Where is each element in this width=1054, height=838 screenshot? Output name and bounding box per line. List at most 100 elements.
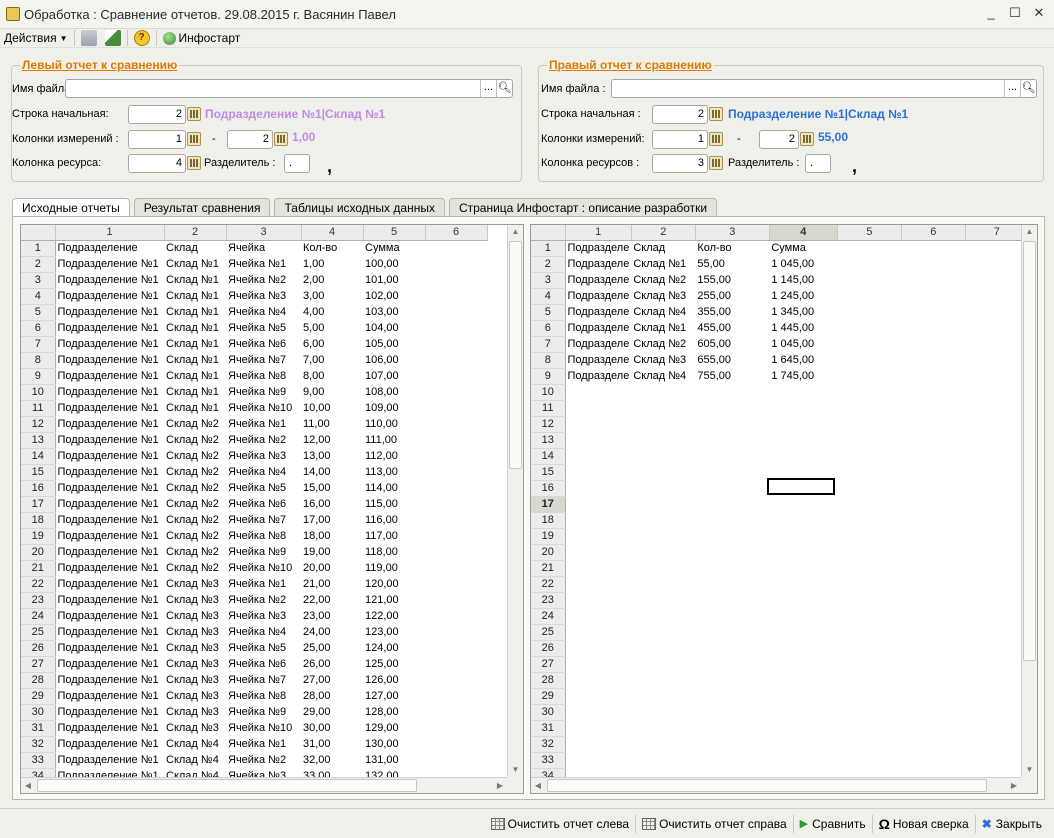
row-number[interactable]: 18 [21, 512, 56, 529]
grid-cell[interactable]: Подразделение №1 [55, 497, 164, 513]
grid-cell[interactable] [695, 449, 769, 465]
grid-cell[interactable] [769, 673, 837, 689]
grid-cell[interactable]: 1 745,00 [769, 369, 837, 385]
grid-cell[interactable]: Склад №2 [164, 465, 226, 481]
column-header[interactable]: 5 [363, 225, 426, 241]
grid-cell[interactable]: Склад №2 [164, 433, 226, 449]
grid-cell[interactable] [837, 753, 901, 769]
row-number[interactable]: 20 [531, 544, 566, 561]
grid-cell[interactable] [565, 689, 631, 705]
grid-cell[interactable] [837, 737, 901, 753]
table-row[interactable]: 19 Подразделение №1 Склад №2 Ячейка №8 18,00… [21, 528, 487, 545]
row-number[interactable]: 23 [21, 592, 56, 609]
grid-cell[interactable]: 1 645,00 [769, 353, 837, 369]
grid-cell[interactable] [965, 721, 1028, 737]
grid-cell[interactable]: Склад №2 [631, 337, 695, 353]
row-number[interactable]: 17 [21, 496, 56, 513]
grid-cell[interactable] [837, 273, 901, 289]
row-number[interactable]: 7 [531, 336, 566, 353]
grid-cell[interactable] [837, 529, 901, 545]
grid-cell[interactable] [965, 401, 1028, 417]
grid-cell[interactable] [769, 593, 837, 609]
grid-cell[interactable] [565, 401, 631, 417]
left-vscroll-thumb[interactable] [509, 241, 522, 469]
grid-cell[interactable]: 1 045,00 [769, 257, 837, 273]
table-row[interactable]: 2 Подразделе Склад №1 55,00 1 045,00 [531, 256, 1028, 273]
table-row[interactable]: 15 Подразделение №1 Склад №2 Ячейка №4 14,00… [21, 464, 487, 481]
grid-cell[interactable]: 255,00 [695, 289, 769, 305]
grid-cell[interactable]: Ячейка №2 [226, 753, 301, 769]
row-number[interactable]: 23 [531, 592, 566, 609]
grid-cell[interactable] [425, 433, 487, 449]
grid-cell[interactable]: 18,00 [301, 529, 363, 545]
table-row[interactable]: 31 [531, 720, 1028, 737]
row-number[interactable]: 21 [21, 560, 56, 577]
grid-cell[interactable]: 14,00 [301, 465, 363, 481]
grid-cell[interactable]: Ячейка №2 [226, 593, 301, 609]
grid-cell[interactable]: Склад №1 [164, 289, 226, 305]
grid-cell[interactable]: 105,00 [363, 337, 425, 353]
grid-cell[interactable]: 24,00 [301, 625, 363, 641]
grid-cell[interactable] [901, 369, 965, 385]
grid-cell[interactable] [565, 753, 631, 769]
grid-cell[interactable] [695, 513, 769, 529]
grid-cell[interactable] [425, 545, 487, 561]
row-number[interactable]: 22 [21, 576, 56, 593]
grid-cell[interactable] [425, 737, 487, 753]
scroll-up-icon[interactable]: ▲ [1022, 225, 1037, 239]
grid-cell[interactable]: Подразделение №1 [55, 385, 164, 401]
table-row[interactable]: 30 [531, 704, 1028, 721]
grid-cell[interactable]: 1 245,00 [769, 289, 837, 305]
grid-cell[interactable] [565, 625, 631, 641]
grid-cell[interactable]: Ячейка №9 [226, 385, 301, 401]
row-number[interactable]: 31 [531, 720, 566, 737]
grid-cell[interactable] [901, 593, 965, 609]
grid-cell[interactable]: Подразделение №1 [55, 641, 164, 657]
grid-cell[interactable]: Ячейка №2 [226, 433, 301, 449]
grid-cell[interactable]: Подразделение №1 [55, 321, 164, 337]
table-row[interactable]: 23 Подразделение №1 Склад №3 Ячейка №2 22,00… [21, 592, 487, 609]
grid-cell[interactable] [901, 513, 965, 529]
table-row[interactable]: 6 Подразделение №1 Склад №1 Ячейка №5 5,00 10… [21, 320, 487, 337]
left-report-grid[interactable]: 1 2 3 4 5 6 1 Подразделение Склад Ячейка Кол-во Сум… [20, 224, 524, 794]
table-row[interactable]: 25 Подразделение №1 Склад №3 Ячейка №4 24,00… [21, 624, 487, 641]
grid-cell[interactable] [631, 577, 695, 593]
grid-cell[interactable] [565, 721, 631, 737]
grid-cell[interactable] [901, 449, 965, 465]
grid-cell[interactable] [837, 625, 901, 641]
grid-cell[interactable]: 103,00 [363, 305, 425, 321]
row-number[interactable]: 28 [531, 672, 566, 689]
grid-cell[interactable] [901, 545, 965, 561]
grid-cell[interactable] [565, 497, 631, 513]
grid-cell[interactable]: Склад №3 [164, 689, 226, 705]
grid-cell[interactable]: Ячейка №1 [226, 737, 301, 753]
column-header[interactable]: 4 [769, 225, 838, 241]
table-row[interactable]: 14 Подразделение №1 Склад №2 Ячейка №3 13,00… [21, 448, 487, 465]
scroll-left-icon[interactable]: ◀ [531, 778, 545, 793]
left-dim-to-input[interactable]: 2 [227, 130, 273, 149]
table-row[interactable]: 29 Подразделение №1 Склад №3 Ячейка №8 28,00… [21, 688, 487, 705]
grid-cell[interactable]: 455,00 [695, 321, 769, 337]
table-row[interactable]: 5 Подразделение №1 Склад №1 Ячейка №4 4,00 10… [21, 304, 487, 321]
row-number[interactable]: 2 [531, 256, 566, 273]
table-row[interactable]: 24 Подразделение №1 Склад №3 Ячейка №3 23,00… [21, 608, 487, 625]
grid-cell[interactable] [837, 449, 901, 465]
grid-cell[interactable] [965, 369, 1028, 385]
compare-button[interactable]: ▶ Сравнить [794, 814, 872, 834]
grid-cell[interactable]: Ячейка №10 [226, 721, 301, 737]
table-row[interactable]: 33 Подразделение №1 Склад №4 Ячейка №2 32,00… [21, 752, 487, 769]
grid-cell[interactable]: Склад №3 [164, 625, 226, 641]
grid-cell[interactable] [901, 417, 965, 433]
grid-cell[interactable]: 15,00 [301, 481, 363, 497]
grid-cell[interactable] [425, 257, 487, 273]
grid-cell[interactable]: Подразделение №1 [55, 433, 164, 449]
grid-cell[interactable] [901, 321, 965, 337]
grid-cell[interactable] [901, 737, 965, 753]
grid-cell[interactable]: 655,00 [695, 353, 769, 369]
right-start-row-calc-icon[interactable] [709, 107, 723, 121]
grid-cell[interactable]: Ячейка №10 [226, 561, 301, 577]
grid-cell[interactable]: Склад №2 [164, 481, 226, 497]
grid-cell[interactable] [769, 625, 837, 641]
grid-cell[interactable]: 125,00 [363, 657, 425, 673]
table-row[interactable]: 17 [531, 496, 1028, 513]
